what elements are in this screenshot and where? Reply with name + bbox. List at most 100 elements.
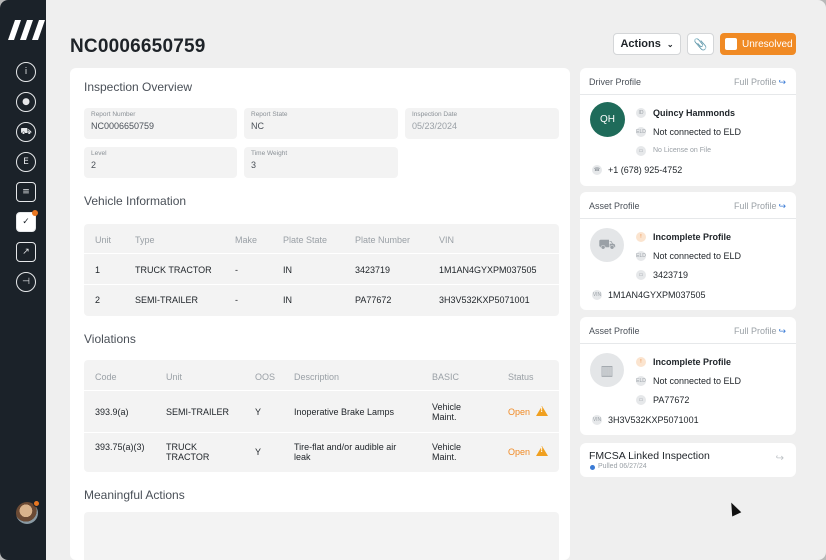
- chevron-down-icon: ⌄: [666, 39, 674, 49]
- eld-icon: ELD: [636, 376, 646, 386]
- attach-button[interactable]: 📎: [687, 33, 714, 55]
- table-cell: -: [235, 295, 238, 305]
- page-title: NC0006650759: [70, 36, 206, 57]
- table-cell: 3423719: [355, 265, 391, 275]
- user-icon[interactable]: ●: [16, 92, 36, 112]
- table-cell: SEMI-TRAILER: [135, 295, 199, 305]
- table-cell: 2: [95, 295, 101, 305]
- asset-profile-card: Asset Profile Full Profile ↪ ▥ ! Incomple…: [580, 317, 796, 435]
- table-cell: 1: [95, 265, 101, 275]
- column-header: Unit: [95, 235, 112, 245]
- driver-avatar: QH: [590, 102, 625, 137]
- column-header: Code: [95, 372, 117, 382]
- vin-icon: VIN: [592, 290, 602, 300]
- inspection-overview-heading: Inspection Overview: [84, 80, 193, 94]
- inspection-date-field: Inspection Date 05/23/2024: [405, 108, 559, 139]
- actions-label: Actions: [620, 38, 661, 50]
- violation-description: Inoperative Brake Lamps: [294, 407, 395, 417]
- full-profile-label: Full Profile: [733, 326, 777, 336]
- external-link-icon: ↪: [778, 201, 786, 211]
- user-avatar[interactable]: [16, 500, 40, 524]
- sidebar: i ● ⛟ E ≡ ✓ ↗ ⊣: [0, 0, 46, 560]
- asset-vin: 1M1AN4GYXPM037505: [608, 290, 706, 300]
- full-profile-link[interactable]: Full Profile ↪: [734, 77, 786, 88]
- full-profile-link[interactable]: Full Profile ↪: [734, 326, 786, 337]
- inspection-icon[interactable]: ✓: [16, 210, 38, 232]
- driver-phone[interactable]: +1 (678) 925-4752: [608, 165, 682, 175]
- column-header: Plate State: [283, 235, 328, 245]
- asset-profile-card: Asset Profile Full Profile ↪ ⛟ ! Incomple…: [580, 192, 796, 310]
- document-icon[interactable]: ≡: [16, 182, 36, 202]
- field-value: NC0006650759: [91, 121, 155, 131]
- violation-unit: TRUCK TRACTOR: [166, 442, 210, 462]
- column-header: Plate Number: [355, 235, 411, 245]
- asset-status: Incomplete Profile: [653, 357, 732, 367]
- plate-icon: ▭: [636, 270, 646, 280]
- full-profile-link[interactable]: Full Profile ↪: [734, 201, 786, 212]
- warning-icon: [536, 446, 548, 456]
- inspection-main-panel: Inspection Overview Report Number NC00066…: [70, 68, 570, 560]
- violation-oos: Y: [255, 447, 262, 457]
- violation-basic: Vehicle Maint.: [432, 402, 462, 422]
- card-heading: Driver Profile: [589, 77, 642, 87]
- table-cell: -: [235, 265, 238, 275]
- violation-description: Tire-flat and/or audible air leak: [294, 442, 397, 462]
- fmcsa-title: FMCSA Linked Inspection: [589, 450, 710, 462]
- analytics-icon[interactable]: ↗: [16, 242, 36, 262]
- brand-logo[interactable]: [8, 20, 48, 40]
- field-value: NC: [251, 121, 264, 131]
- actions-button[interactable]: Actions ⌄: [613, 33, 681, 55]
- integration-icon[interactable]: ⊣: [16, 272, 36, 292]
- field-label: Report State: [251, 111, 288, 118]
- eld-icon: ELD: [636, 127, 646, 137]
- table-cell: IN: [283, 265, 292, 275]
- external-link-icon: ↪: [778, 77, 786, 87]
- row-divider: [84, 284, 559, 285]
- column-header: VIN: [439, 235, 455, 245]
- status-label: Unresolved: [742, 38, 793, 50]
- id-icon: ID: [636, 108, 646, 118]
- license-icon: ▭: [636, 146, 646, 156]
- alert-shield-icon: !: [636, 232, 646, 242]
- violation-status[interactable]: Open: [508, 447, 530, 457]
- violation-status[interactable]: Open: [508, 407, 530, 417]
- info-icon[interactable]: i: [16, 62, 36, 82]
- table-cell: PA77672: [355, 295, 392, 305]
- trailer-icon: ▥: [590, 353, 624, 387]
- violations-table: Code Unit OOS Description BASIC Status 3…: [84, 360, 559, 472]
- phone-icon: ☎: [592, 165, 602, 175]
- driver-name: Quincy Hammonds: [653, 108, 736, 118]
- asset-status: Incomplete Profile: [653, 232, 732, 242]
- asset-vin: 3H3V532KXP5071001: [608, 415, 699, 425]
- asset-eld-status: Not connected to ELD: [653, 376, 742, 386]
- plate-icon: ▭: [636, 395, 646, 405]
- warning-icon: [536, 406, 548, 416]
- asset-number: 3423719: [653, 270, 689, 280]
- violation-code: 393.9(a): [95, 407, 129, 417]
- status-checkbox[interactable]: [725, 38, 737, 50]
- asset-number: PA77672: [653, 395, 690, 405]
- meaningful-actions-box: [84, 512, 559, 560]
- avatar-status-dot: [33, 500, 40, 507]
- card-heading: Asset Profile: [589, 326, 640, 336]
- card-divider: [580, 218, 796, 219]
- external-link-icon[interactable]: ↪: [776, 453, 784, 464]
- field-label: Inspection Date: [412, 111, 458, 118]
- table-cell: TRUCK TRACTOR: [135, 265, 212, 275]
- eld-icon[interactable]: E: [16, 152, 36, 172]
- truck-icon[interactable]: ⛟: [16, 122, 36, 142]
- row-divider: [84, 253, 559, 254]
- card-divider: [580, 94, 796, 95]
- eld-icon: ELD: [636, 251, 646, 261]
- column-header: Make: [235, 235, 258, 245]
- asset-eld-status: Not connected to ELD: [653, 251, 742, 261]
- driver-eld-status: Not connected to ELD: [653, 127, 742, 137]
- report-number-field: Report Number NC0006650759: [84, 108, 237, 139]
- full-profile-label: Full Profile: [733, 77, 777, 87]
- meaningful-actions-heading: Meaningful Actions: [84, 488, 185, 502]
- field-value: 3: [251, 160, 257, 170]
- column-header: Unit: [166, 372, 183, 382]
- unresolved-status-button[interactable]: Unresolved: [720, 33, 796, 55]
- column-header: BASIC: [432, 372, 460, 382]
- fmcsa-linked-inspection-card[interactable]: FMCSA Linked Inspection Pulled 06/27/24 …: [580, 443, 796, 477]
